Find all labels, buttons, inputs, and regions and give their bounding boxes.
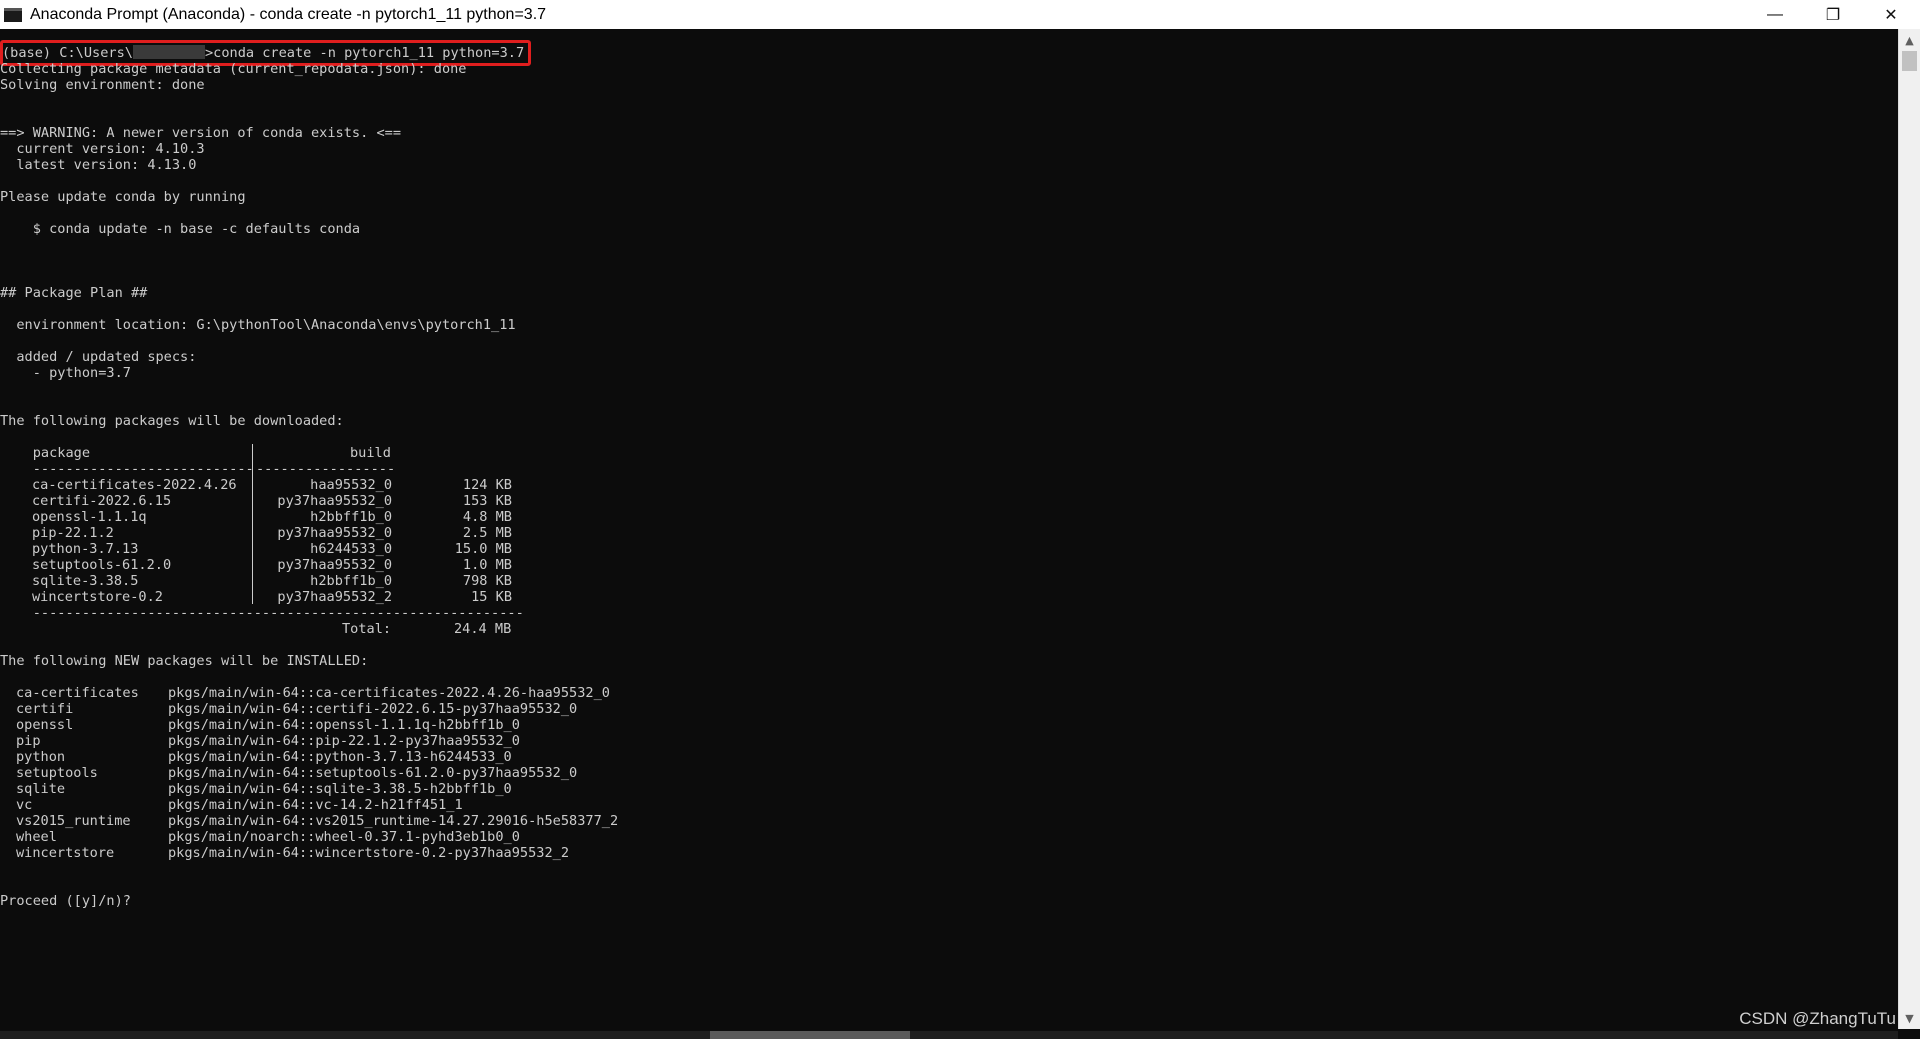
download-build: h2bbff1b_0 (310, 573, 392, 589)
install-package-spec: pkgs/main/win-64::vs2015_runtime-14.27.2… (168, 813, 619, 829)
download-package: pip-22.1.2 (32, 525, 114, 541)
current-version-line: current version: 4.10.3 (0, 141, 205, 157)
terminal-icon (4, 7, 22, 22)
install-package-name: pip (16, 733, 41, 749)
environment-location-line: environment location: G:\pythonTool\Anac… (0, 317, 516, 333)
download-build: py37haa95532_0 (277, 557, 392, 573)
close-button[interactable]: ✕ (1862, 0, 1920, 29)
install-package-name: vs2015_runtime (16, 813, 131, 829)
scrollbar-thumb[interactable] (1902, 51, 1917, 71)
download-build: h6244533_0 (310, 541, 392, 557)
download-size: 15.0 MB (454, 541, 512, 557)
proceed-prompt[interactable]: Proceed ([y]/n)? (0, 893, 131, 909)
scroll-up-icon[interactable]: ▲ (1899, 31, 1920, 49)
install-package-spec: pkgs/main/win-64::sqlite-3.38.5-h2bbff1b… (168, 781, 512, 797)
install-package-spec: pkgs/main/win-64::vc-14.2-h21ff451_1 (168, 797, 463, 813)
watermark: CSDN @ZhangTuTu (1739, 1009, 1896, 1028)
package-plan-header: ## Package Plan ## (0, 285, 148, 301)
scroll-down-icon[interactable]: ▼ (1899, 1009, 1920, 1027)
window-controls: — ❐ ✕ (1746, 0, 1920, 29)
title-bar[interactable]: Anaconda Prompt (Anaconda) - conda creat… (0, 0, 1920, 29)
table-divider (252, 444, 253, 604)
update-message-line: Please update conda by running (0, 189, 246, 205)
total-label: Total: (342, 621, 392, 637)
horizontal-scrollbar-thumb[interactable] (710, 1031, 910, 1039)
install-package-spec: pkgs/main/win-64::setuptools-61.2.0-py37… (168, 765, 578, 781)
download-size: 1.0 MB (462, 557, 512, 573)
download-package: certifi-2022.6.15 (32, 493, 172, 509)
install-header-line: The following NEW packages will be INSTA… (0, 653, 369, 669)
install-package-name: setuptools (16, 765, 98, 781)
download-package: setuptools-61.2.0 (32, 557, 172, 573)
install-package-name: openssl (16, 717, 74, 733)
download-size: 124 KB (462, 477, 512, 493)
download-build: haa95532_0 (310, 477, 392, 493)
solving-line: Solving environment: done (0, 77, 205, 93)
prompt-line: (base) C:\Users\ >conda create -n pytorch… (2, 45, 524, 61)
terminal-window: Anaconda Prompt (Anaconda) - conda creat… (0, 0, 1920, 1039)
collecting-line: Collecting package metadata (current_rep… (0, 61, 467, 77)
prompt-command: >conda create -n pytorch1_11 python=3.7 (204, 45, 525, 61)
install-package-spec: pkgs/main/win-64::python-3.7.13-h6244533… (168, 749, 512, 765)
window-title: Anaconda Prompt (Anaconda) - conda creat… (30, 5, 547, 23)
download-size: 15 KB (471, 589, 512, 605)
vertical-scrollbar[interactable]: ▲ ▼ (1898, 29, 1920, 1029)
table-rule-left: --------------------------- (0, 461, 254, 477)
horizontal-scrollbar[interactable] (0, 1031, 1898, 1039)
table-rule-bottom: ----------------------------------------… (0, 605, 524, 621)
download-package: python-3.7.13 (32, 541, 139, 557)
download-build: py37haa95532_0 (277, 525, 392, 541)
download-package: sqlite-3.38.5 (32, 573, 139, 589)
table-header-package: package (0, 445, 91, 461)
install-package-name: python (16, 749, 66, 765)
download-build: py37haa95532_2 (277, 589, 392, 605)
download-package: wincertstore-0.2 (32, 589, 163, 605)
install-package-name: vc (16, 797, 33, 813)
download-build: py37haa95532_0 (277, 493, 392, 509)
prompt-prefix: (base) C:\Users\ (2, 45, 133, 61)
install-package-name: certifi (16, 701, 74, 717)
install-package-name: wincertstore (16, 845, 115, 861)
download-package: openssl-1.1.1q (32, 509, 147, 525)
download-build: h2bbff1b_0 (310, 509, 392, 525)
download-size: 4.8 MB (462, 509, 512, 525)
warning-line: ==> WARNING: A newer version of conda ex… (0, 125, 402, 141)
restore-button[interactable]: ❐ (1804, 0, 1862, 29)
download-size: 798 KB (462, 573, 512, 589)
download-header-line: The following packages will be downloade… (0, 413, 344, 429)
table-rule-right: ----------------- (256, 461, 396, 477)
latest-version-line: latest version: 4.13.0 (0, 157, 197, 173)
console-output[interactable]: (base) C:\Users\ >conda create -n pytorch… (0, 29, 1898, 1029)
install-package-name: ca-certificates (16, 685, 139, 701)
download-size: 2.5 MB (462, 525, 512, 541)
minimize-button[interactable]: — (1746, 0, 1804, 29)
update-command-line: $ conda update -n base -c defaults conda (0, 221, 361, 237)
install-package-name: wheel (16, 829, 57, 845)
total-value: 24.4 MB (454, 621, 512, 637)
install-package-spec: pkgs/main/noarch::wheel-0.37.1-pyhd3eb1b… (168, 829, 520, 845)
table-header-build: build (350, 445, 391, 461)
download-package: ca-certificates-2022.4.26 (32, 477, 237, 493)
install-package-spec: pkgs/main/win-64::wincertstore-0.2-py37h… (168, 845, 570, 861)
redacted-username (132, 45, 205, 59)
install-package-spec: pkgs/main/win-64::openssl-1.1.1q-h2bbff1… (168, 717, 520, 733)
download-size: 153 KB (462, 493, 512, 509)
specs-header-line: added / updated specs: (0, 349, 197, 365)
install-package-spec: pkgs/main/win-64::pip-22.1.2-py37haa9553… (168, 733, 520, 749)
install-package-spec: pkgs/main/win-64::ca-certificates-2022.4… (168, 685, 610, 701)
install-package-name: sqlite (16, 781, 66, 797)
install-package-spec: pkgs/main/win-64::certifi-2022.6.15-py37… (168, 701, 578, 717)
spec-python-line: - python=3.7 (0, 365, 131, 381)
